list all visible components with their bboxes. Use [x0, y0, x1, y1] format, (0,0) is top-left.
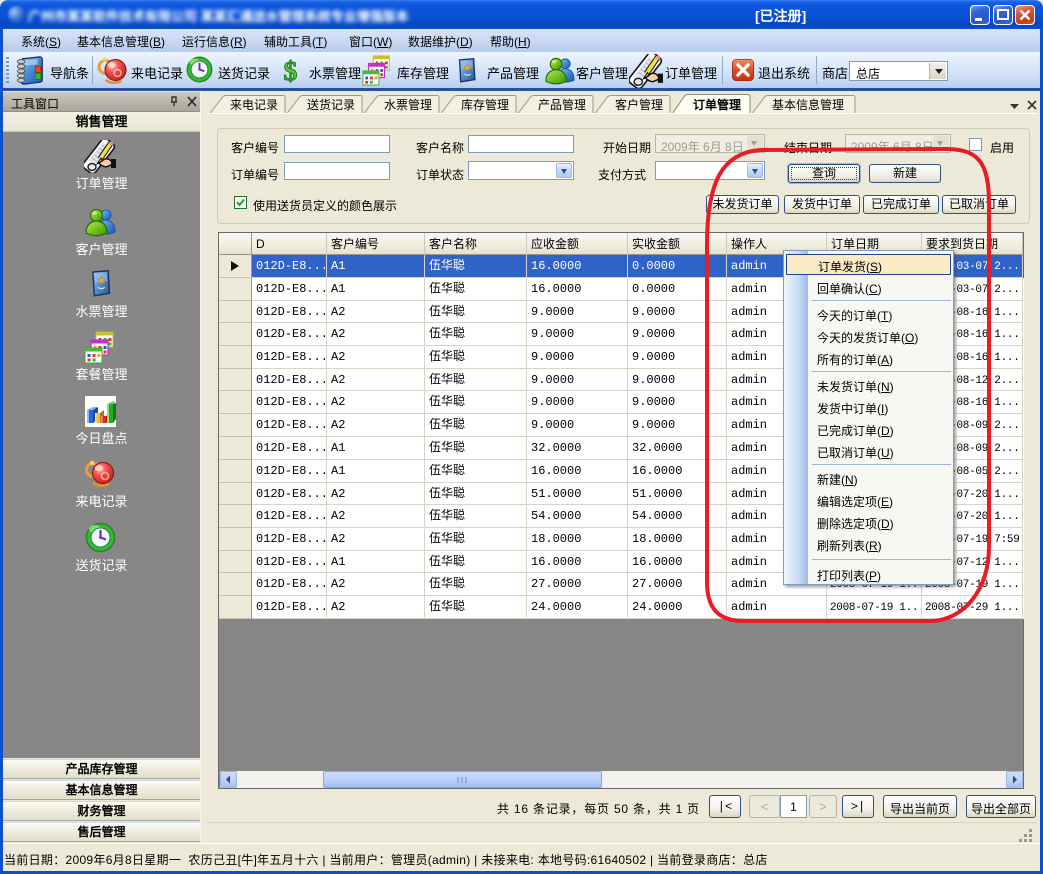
svg-text:送货记录: 送货记录 [307, 97, 355, 112]
svg-text:基本信息管理: 基本信息管理 [772, 97, 844, 112]
svg-text:客户管理: 客户管理 [615, 97, 663, 112]
svg-text:库存管理: 库存管理 [461, 97, 509, 112]
svg-text:产品管理: 产品管理 [538, 97, 586, 112]
svg-text:水票管理: 水票管理 [384, 97, 432, 112]
svg-text:来电记录: 来电记录 [230, 98, 278, 112]
svg-text:订单管理: 订单管理 [693, 97, 741, 112]
